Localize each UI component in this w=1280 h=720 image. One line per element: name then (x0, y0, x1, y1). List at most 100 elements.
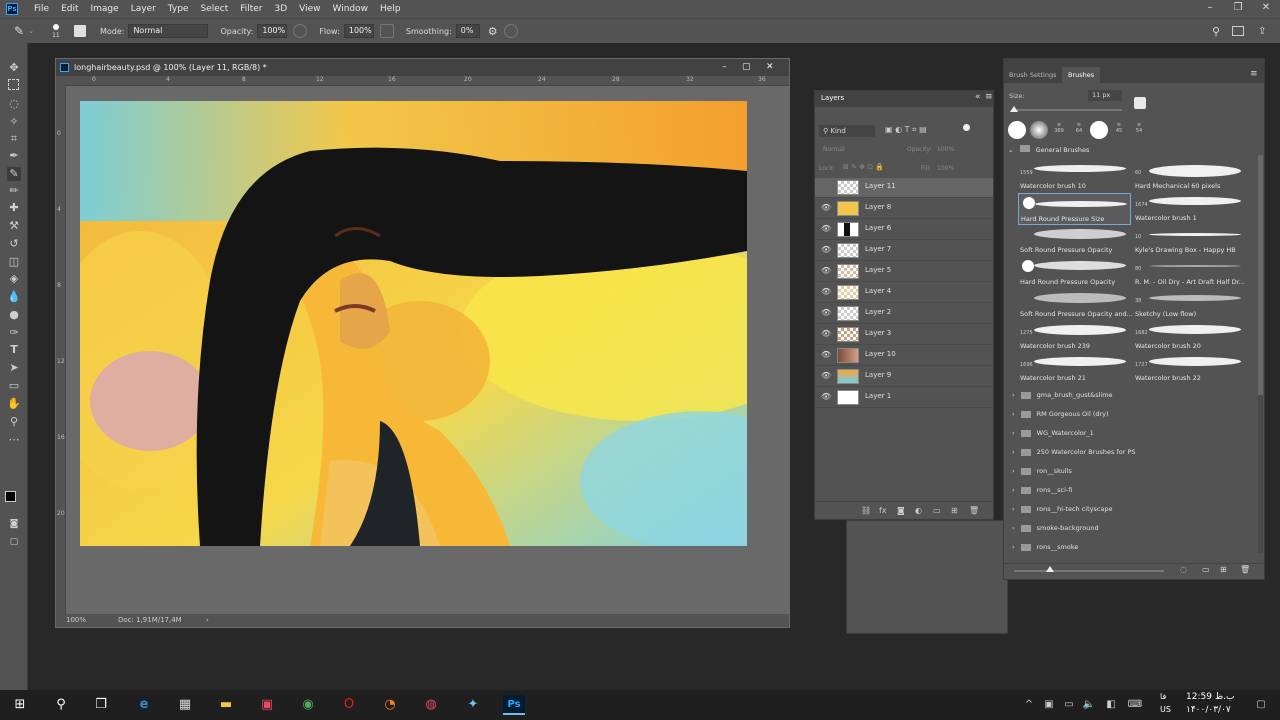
app-red-icon[interactable]: ▣ (256, 695, 278, 715)
brush-item[interactable]: 60 Hard Mechanical 60 pixels (1133, 161, 1246, 193)
shape-tool-icon[interactable]: ▭ (7, 379, 21, 393)
pressure-opacity-icon[interactable] (293, 24, 308, 38)
layer-row[interactable]: 👁 Layer 6 (815, 220, 993, 240)
brush-preset-picker[interactable]: 11 (48, 23, 64, 39)
clock-time[interactable]: 12:59 ب.ظ (1186, 692, 1234, 702)
pressure-size-icon[interactable] (503, 24, 518, 38)
menu-type[interactable]: Type (162, 4, 195, 14)
healing-brush-icon[interactable]: ✚ (7, 201, 21, 215)
volume-icon[interactable]: 🔈 (1078, 695, 1100, 715)
document-tab[interactable]: longhairbeauty.psd @ 100% (Layer 11, RGB… (56, 59, 789, 76)
brush-preset-soft[interactable] (1030, 121, 1048, 139)
doc-maximize-icon[interactable]: ▢ (742, 59, 751, 76)
move-tool-icon[interactable]: ✥ (7, 61, 21, 75)
edge-icon[interactable]: e (133, 695, 155, 715)
zoom-level[interactable]: 100% (66, 614, 86, 627)
calculator-icon[interactable]: ▦ (174, 695, 196, 715)
eraser-tool-icon[interactable]: ◫ (7, 255, 21, 269)
create-brush-icon[interactable] (1134, 97, 1146, 109)
blur-tool-icon[interactable]: 💧 (7, 290, 21, 304)
new-group-icon[interactable]: ▭ (933, 502, 941, 520)
menu-image[interactable]: Image (85, 4, 125, 14)
filter-pixel-icon[interactable]: ▣ ◐ T ⌗ ▤ (885, 125, 927, 135)
flow-input[interactable]: 100% (343, 24, 374, 38)
foreground-color-swatch[interactable] (5, 491, 16, 502)
menu-file[interactable]: File (28, 4, 55, 14)
brush-item[interactable]: 38 Sketchy (Low flow) (1133, 289, 1246, 321)
brush-preset-54[interactable]: ≋ 54 (1130, 122, 1148, 140)
minimize-icon[interactable]: – (1196, 0, 1224, 16)
new-group-icon[interactable]: ▭ (1202, 565, 1210, 574)
brush-preset-389[interactable]: ≋ 389 (1050, 122, 1068, 140)
paint-bucket-icon[interactable]: ◈ (7, 272, 21, 286)
search-icon[interactable]: ⚲ (50, 695, 72, 715)
brush-folder[interactable]: › smoke-background (1012, 519, 1252, 537)
eye-icon[interactable]: 👁 (821, 203, 831, 213)
tab-brush-settings[interactable]: Brush Settings (1009, 71, 1056, 79)
brush-item[interactable]: 1727 Watercolor brush 22 (1133, 353, 1246, 385)
marquee-tool-icon[interactable] (8, 79, 19, 90)
eye-icon[interactable]: 👁 (821, 329, 831, 339)
new-layer-icon[interactable]: ⊞ (951, 502, 958, 520)
network-icon[interactable]: ▭ (1058, 695, 1080, 715)
brush-preset-64[interactable]: ≋ 64 (1070, 122, 1088, 140)
brushes-scrollbar[interactable] (1258, 155, 1263, 553)
eye-icon[interactable]: 👁 (821, 308, 831, 318)
notification-icon[interactable]: ▢ (1250, 695, 1272, 715)
scrollbar-thumb[interactable] (1258, 155, 1263, 395)
windows-start-icon[interactable]: ⊞ (9, 695, 31, 715)
doc-minimize-icon[interactable]: – (722, 59, 727, 76)
close-icon[interactable]: ✕ (1252, 0, 1280, 16)
menu-window[interactable]: Window (327, 4, 375, 14)
brush-preset-hard-2[interactable] (1090, 121, 1108, 139)
pencil-tool-icon[interactable]: ✏ (7, 184, 21, 198)
pen-tool-icon[interactable]: ✑ (7, 326, 21, 340)
preview-size-slider[interactable] (1014, 570, 1164, 572)
layer-row[interactable]: 👁 Layer 8 (815, 199, 993, 219)
eye-icon[interactable]: 👁 (821, 266, 831, 276)
brush-item[interactable]: Hard Round Pressure Opacity (1018, 257, 1131, 289)
chevron-up-icon[interactable]: ^ (1018, 695, 1040, 715)
brush-item[interactable]: 1559 Watercolor brush 10 (1018, 161, 1131, 193)
brush-group-general[interactable]: ⌄ General Brushes (1008, 145, 1256, 157)
eye-icon[interactable]: 👁 (821, 371, 831, 381)
lock-icons[interactable]: ⊠ ✎ ✥ ⊡ 🔒 (843, 163, 884, 171)
path-select-icon[interactable]: ➤ (7, 361, 21, 375)
new-brush-icon[interactable]: ⊞ (1220, 565, 1227, 574)
eye-icon[interactable]: 👁 (821, 224, 831, 234)
adjustment-layer-icon[interactable]: ◐ (915, 502, 922, 520)
layer-row[interactable]: 👁 Layer 1 (815, 388, 993, 408)
chevron-down-icon[interactable]: ⌄ (28, 27, 34, 35)
panel-collapse-icon[interactable]: « (975, 92, 981, 102)
panel-menu-icon[interactable]: ≡ (985, 92, 993, 102)
eye-icon[interactable]: 👁 (821, 350, 831, 360)
chat-icon[interactable]: ◧ (1100, 695, 1122, 715)
restore-icon[interactable]: ❐ (1224, 0, 1252, 16)
layer-row[interactable]: 👁 Layer 5 (815, 262, 993, 282)
slider-thumb[interactable] (1010, 106, 1018, 112)
mode-select[interactable]: Normal (128, 24, 209, 38)
menu-filter[interactable]: Filter (234, 4, 268, 14)
hand-tool-icon[interactable]: ✋ (7, 397, 21, 411)
zoom-tool-icon[interactable]: ⚲ (7, 415, 21, 429)
chevron-right-icon[interactable]: › (206, 614, 209, 627)
painting-canvas[interactable] (80, 101, 747, 546)
toggle-preview-icon[interactable]: ◌ (1180, 565, 1187, 574)
task-view-icon[interactable]: ❐ (90, 695, 112, 715)
photoshop-taskbar-icon[interactable]: Ps (503, 695, 525, 715)
layer-row[interactable]: 👁 Layer 4 (815, 283, 993, 303)
brush-preset-hard[interactable] (1008, 121, 1026, 139)
brush-item[interactable]: 1682 Watercolor brush 20 (1133, 321, 1246, 353)
opacity-input[interactable]: 100% (257, 24, 288, 38)
filter-toggle-icon[interactable] (963, 124, 970, 131)
dodge-tool-icon[interactable]: ● (7, 308, 21, 322)
layer-row[interactable]: 👁 Layer 7 (815, 241, 993, 261)
menu-view[interactable]: View (293, 4, 326, 14)
doc-close-icon[interactable]: ✕ (766, 59, 774, 76)
brush-folder[interactable]: › gma_brush_gust&slime (1012, 386, 1252, 404)
layer-row[interactable]: 👁 Layer 3 (815, 325, 993, 345)
gear-icon[interactable]: ⚙ (488, 25, 498, 38)
brush-item[interactable]: 10 Kyle's Drawing Box - Happy HB (1133, 225, 1246, 257)
opera-icon[interactable]: O (338, 695, 360, 715)
eye-icon[interactable]: 👁 (821, 245, 831, 255)
